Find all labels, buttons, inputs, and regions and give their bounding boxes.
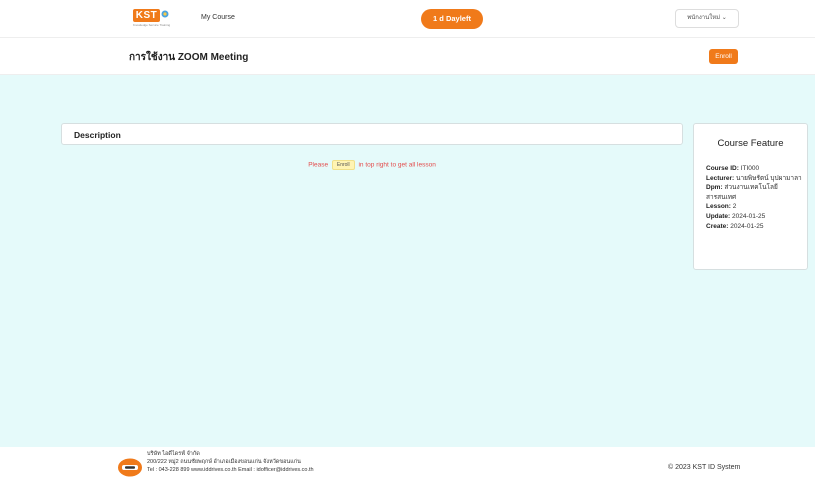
course-header: การใช้งาน ZOOM Meeting Enroll [0,38,815,75]
copyright-text: © 2023 KST ID System [668,464,741,471]
feature-course-id: Course ID: ITI000 [706,165,760,172]
feature-create: Create: 2024-01-25 [706,222,764,230]
feature-lecturer: Lecturer: นายพิษรัตน์ บุปผามาลา [706,174,802,182]
main-content: Description Please Enroll in top right t… [0,75,815,447]
notice-text-after: in top right to get all lesson [358,161,436,169]
course-title: การใช้งาน ZOOM Meeting [129,52,249,63]
top-navbar: KST Knowledge Service Training My Course… [0,0,815,38]
course-feature-card: Course Feature Course ID: ITI000 Lecture… [693,123,808,270]
footer: บริษัท ไอดีไดรฟ์ จำกัด 200/222 หมู่2 ถนน… [0,447,815,483]
company-contact: Tel : 043-228 899 www.iddrives.co.th Ema… [147,467,314,474]
description-card: Description [61,123,683,145]
course-feature-title: Course Feature [717,138,784,149]
notice-enroll-badge: Enroll [331,160,355,170]
feature-dpm: Dpm: ส่วนงานเทคโนโลยีสารสนเทศ [706,184,778,201]
company-address: 200/222 หมู่2 ถนนชัยพฤกษ์ อำเภอเมืองขอนแ… [147,459,301,466]
company-info: บริษัท ไอดีไดรฟ์ จำกัด 200/222 หมู่2 ถนน… [147,450,314,475]
feature-update: Update: 2024-01-25 [706,212,766,220]
days-left-badge: 1 d Dayleft [421,9,483,29]
kst-logo[interactable]: KST Knowledge Service Training [133,9,171,28]
company-logo-icon [118,458,142,477]
logo-text: KST [133,9,160,22]
notice-text-before: Please [308,161,329,169]
feature-lesson: Lesson: 2 [706,203,737,211]
logo-subtext: Knowledge Service Training [133,23,171,27]
my-course-link[interactable]: My Course [201,14,235,21]
enroll-notice: Please Enroll in top right to get all le… [0,160,744,170]
description-title: Description [74,130,121,140]
enroll-button[interactable]: Enroll [709,49,738,64]
user-menu-dropdown[interactable]: พนักงานใหม่ ⌄ [675,9,739,28]
logo-mark-icon [161,10,169,18]
course-feature-list: Course ID: ITI000 Lecturer: นายพิษรัตน์ … [706,164,802,231]
company-name: บริษัท ไอดีไดรฟ์ จำกัด [147,451,200,457]
